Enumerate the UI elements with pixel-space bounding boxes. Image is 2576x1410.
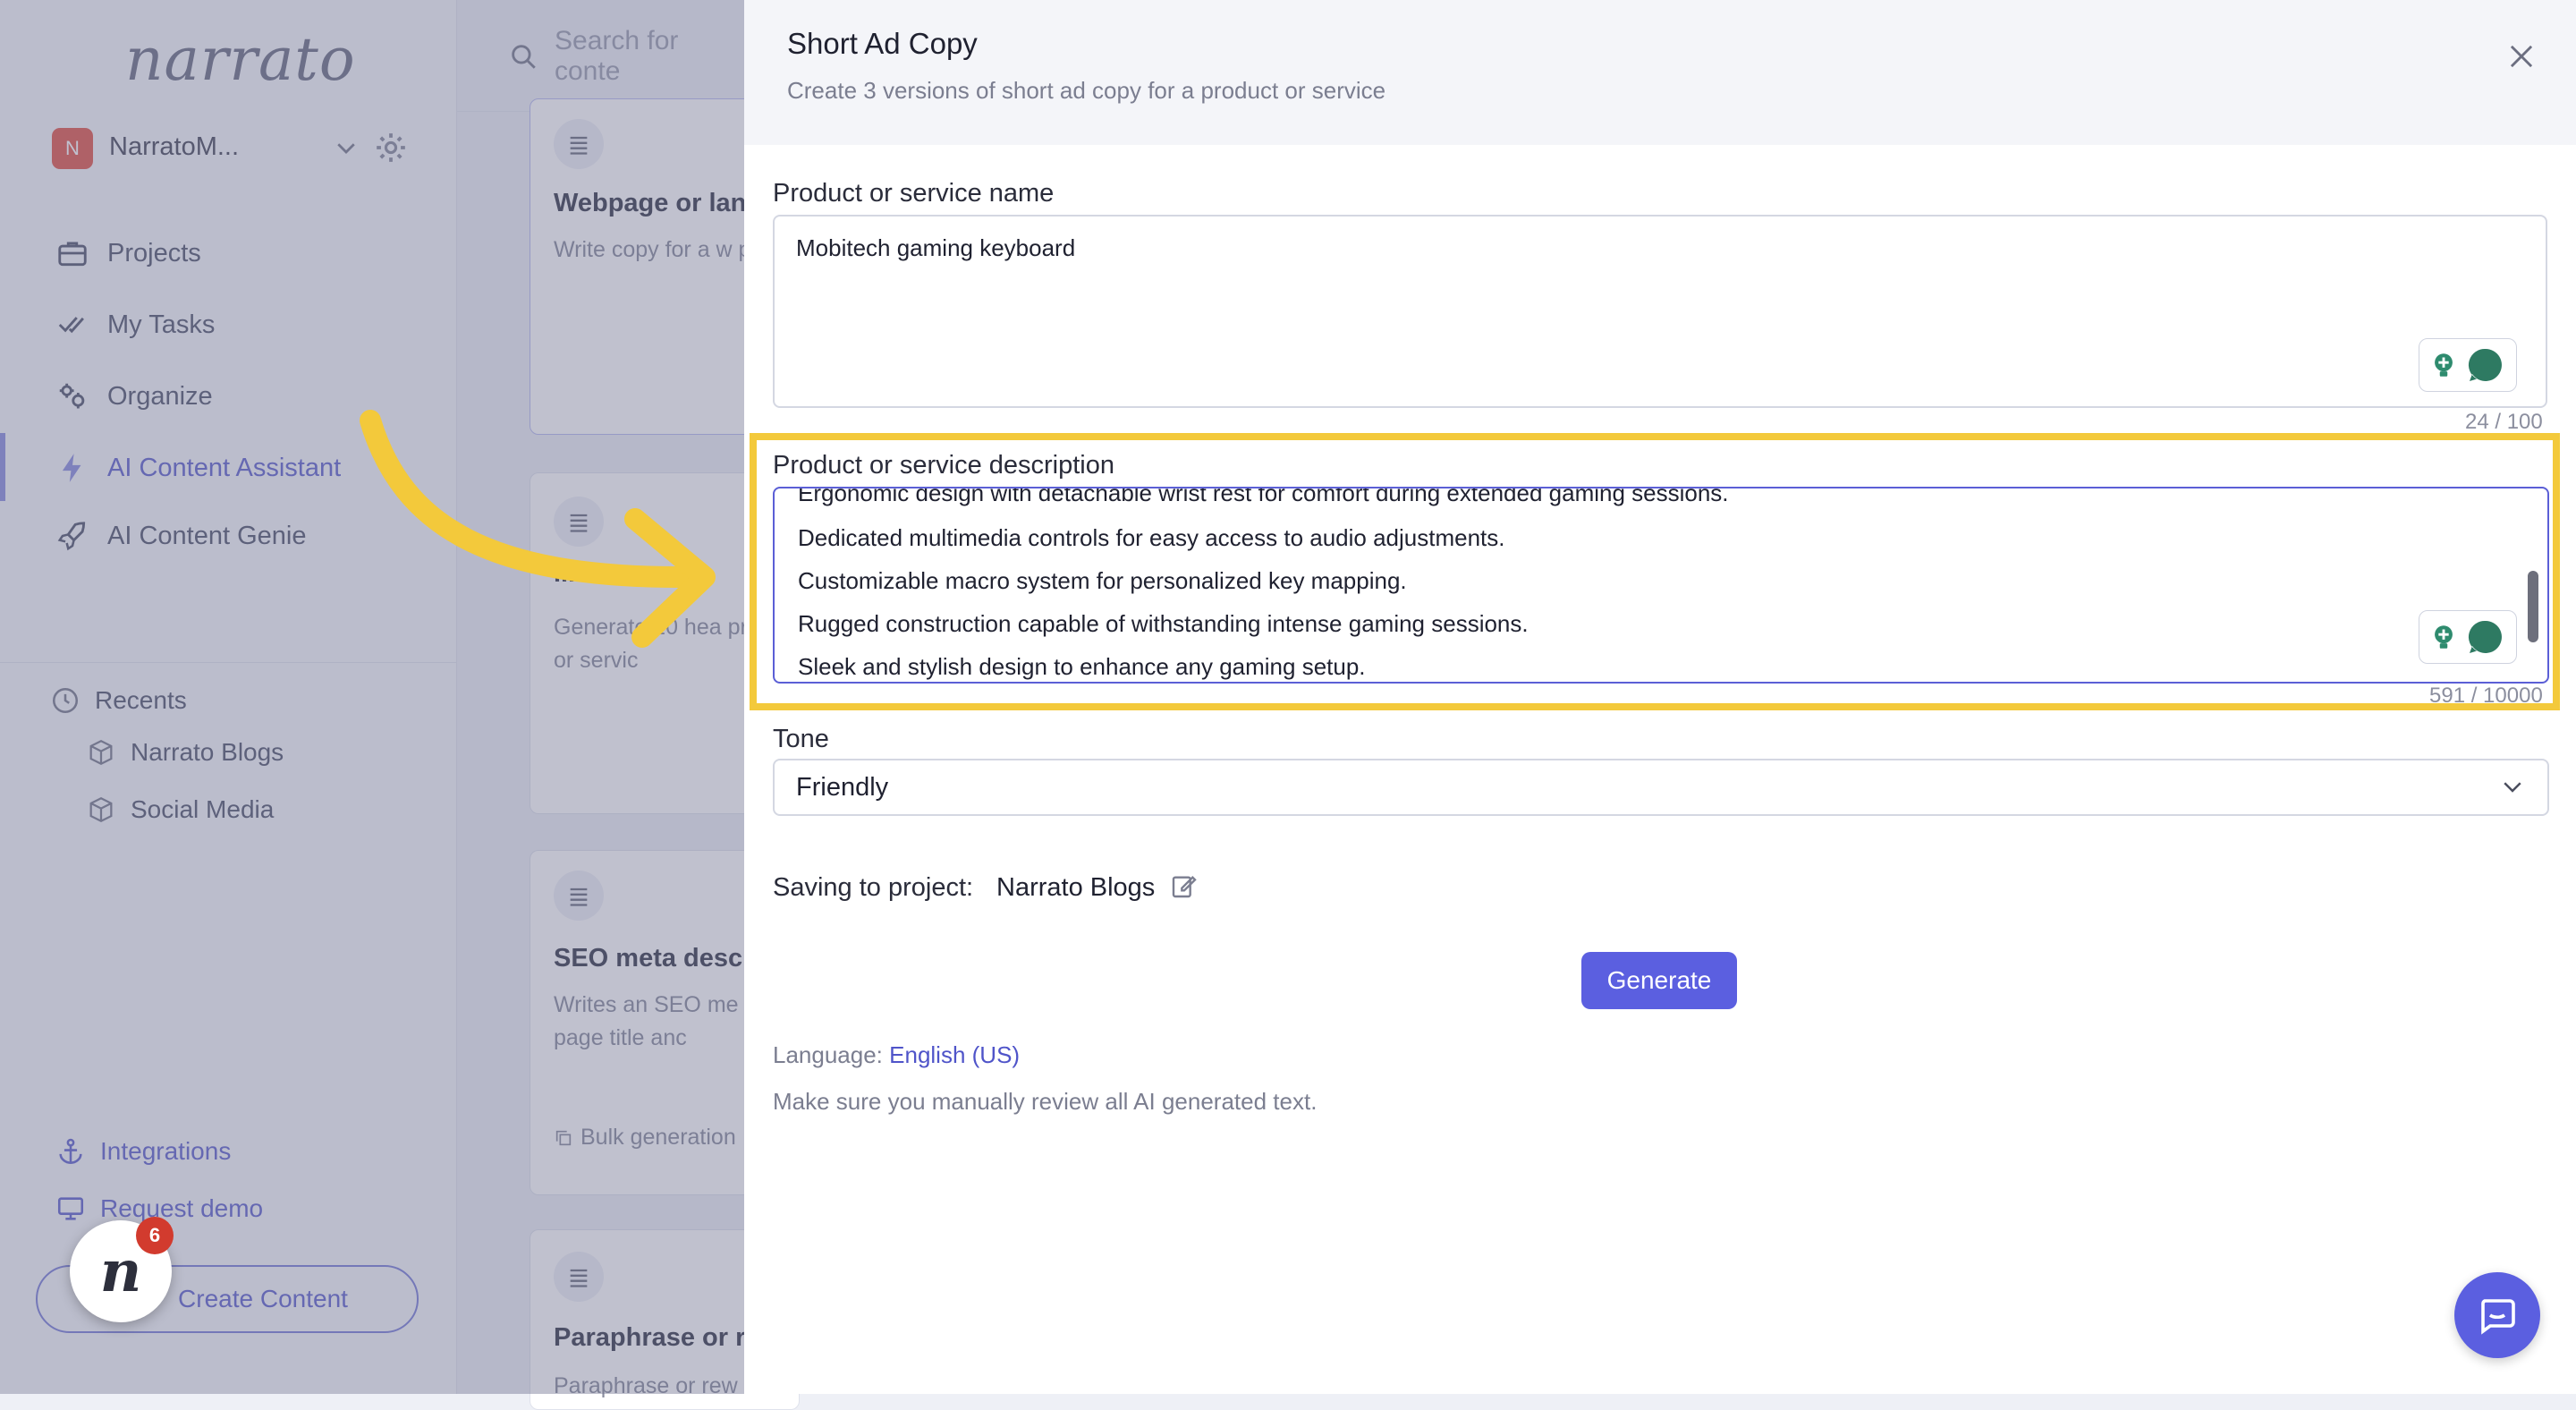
pointer-arrow-icon xyxy=(360,410,716,648)
language-label: Language: xyxy=(773,1041,883,1068)
panel-subtitle: Create 3 versions of short ad copy for a… xyxy=(787,77,1386,104)
panel-title: Short Ad Copy xyxy=(787,27,978,60)
tone-select[interactable] xyxy=(773,759,2549,816)
product-name-value: Mobitech gaming keyboard xyxy=(796,234,1076,261)
language-link[interactable]: English (US) xyxy=(889,1041,1020,1068)
tone-field-label: Tone xyxy=(773,725,829,753)
modal-backdrop[interactable] xyxy=(0,0,744,1394)
name-char-counter: 24 / 100 xyxy=(2465,410,2543,434)
support-chat-button[interactable] xyxy=(2454,1272,2540,1358)
panel-header xyxy=(744,0,2576,145)
close-icon[interactable] xyxy=(2504,39,2538,73)
tone-selected-value: Friendly xyxy=(796,773,889,802)
highlight-box xyxy=(750,433,2560,710)
generate-button[interactable]: Generate xyxy=(1581,952,1737,1009)
name-field-label: Product or service name xyxy=(773,179,1055,208)
saving-project-name: Narrato Blogs xyxy=(996,873,1156,902)
lightbulb-icon[interactable] xyxy=(2428,350,2459,380)
chat-icon xyxy=(2481,1299,2515,1335)
chevron-down-icon[interactable] xyxy=(2499,773,2526,800)
chat-assist-icon[interactable] xyxy=(2464,344,2507,386)
edit-icon[interactable] xyxy=(1170,871,1199,900)
saving-to-project-label: Saving to project: xyxy=(773,873,974,902)
language-row: Language: English (US) xyxy=(773,1041,1020,1069)
review-note: Make sure you manually review all AI gen… xyxy=(773,1088,1318,1115)
ai-assist-tools[interactable] xyxy=(2419,338,2517,392)
notification-badge: 6 xyxy=(136,1217,174,1254)
